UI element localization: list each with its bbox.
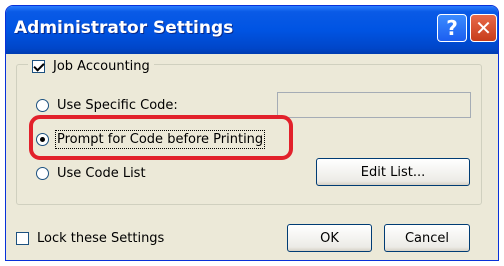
use-specific-code-label: Use Specific Code:: [57, 97, 178, 113]
option-use-code-list[interactable]: Use Code List: [36, 165, 146, 181]
cancel-button[interactable]: Cancel: [384, 224, 470, 252]
close-icon[interactable]: ✕: [470, 14, 497, 42]
use-code-list-label: Use Code List: [57, 165, 146, 181]
lock-settings-checkbox[interactable]: [16, 231, 29, 245]
job-accounting-checkbox[interactable]: [32, 59, 45, 73]
use-code-list-radio[interactable]: [36, 166, 49, 180]
ok-button[interactable]: OK: [287, 224, 372, 252]
help-icon[interactable]: ?: [437, 14, 467, 42]
job-accounting-label: Job Accounting: [53, 58, 150, 74]
lock-settings-label: Lock these Settings: [37, 230, 165, 246]
use-specific-code-radio[interactable]: [36, 98, 49, 112]
option-use-specific-code[interactable]: Use Specific Code:: [36, 97, 178, 113]
specific-code-input[interactable]: [277, 92, 471, 118]
highlight-annotation: [29, 115, 293, 160]
job-accounting-checkbox-row[interactable]: Job Accounting: [28, 58, 154, 74]
edit-list-button[interactable]: Edit List...: [316, 158, 470, 186]
lock-settings-row[interactable]: Lock these Settings: [16, 230, 164, 246]
dialog-title: Administrator Settings: [14, 18, 234, 38]
title-bar[interactable]: Administrator Settings ? ✕: [6, 6, 498, 54]
